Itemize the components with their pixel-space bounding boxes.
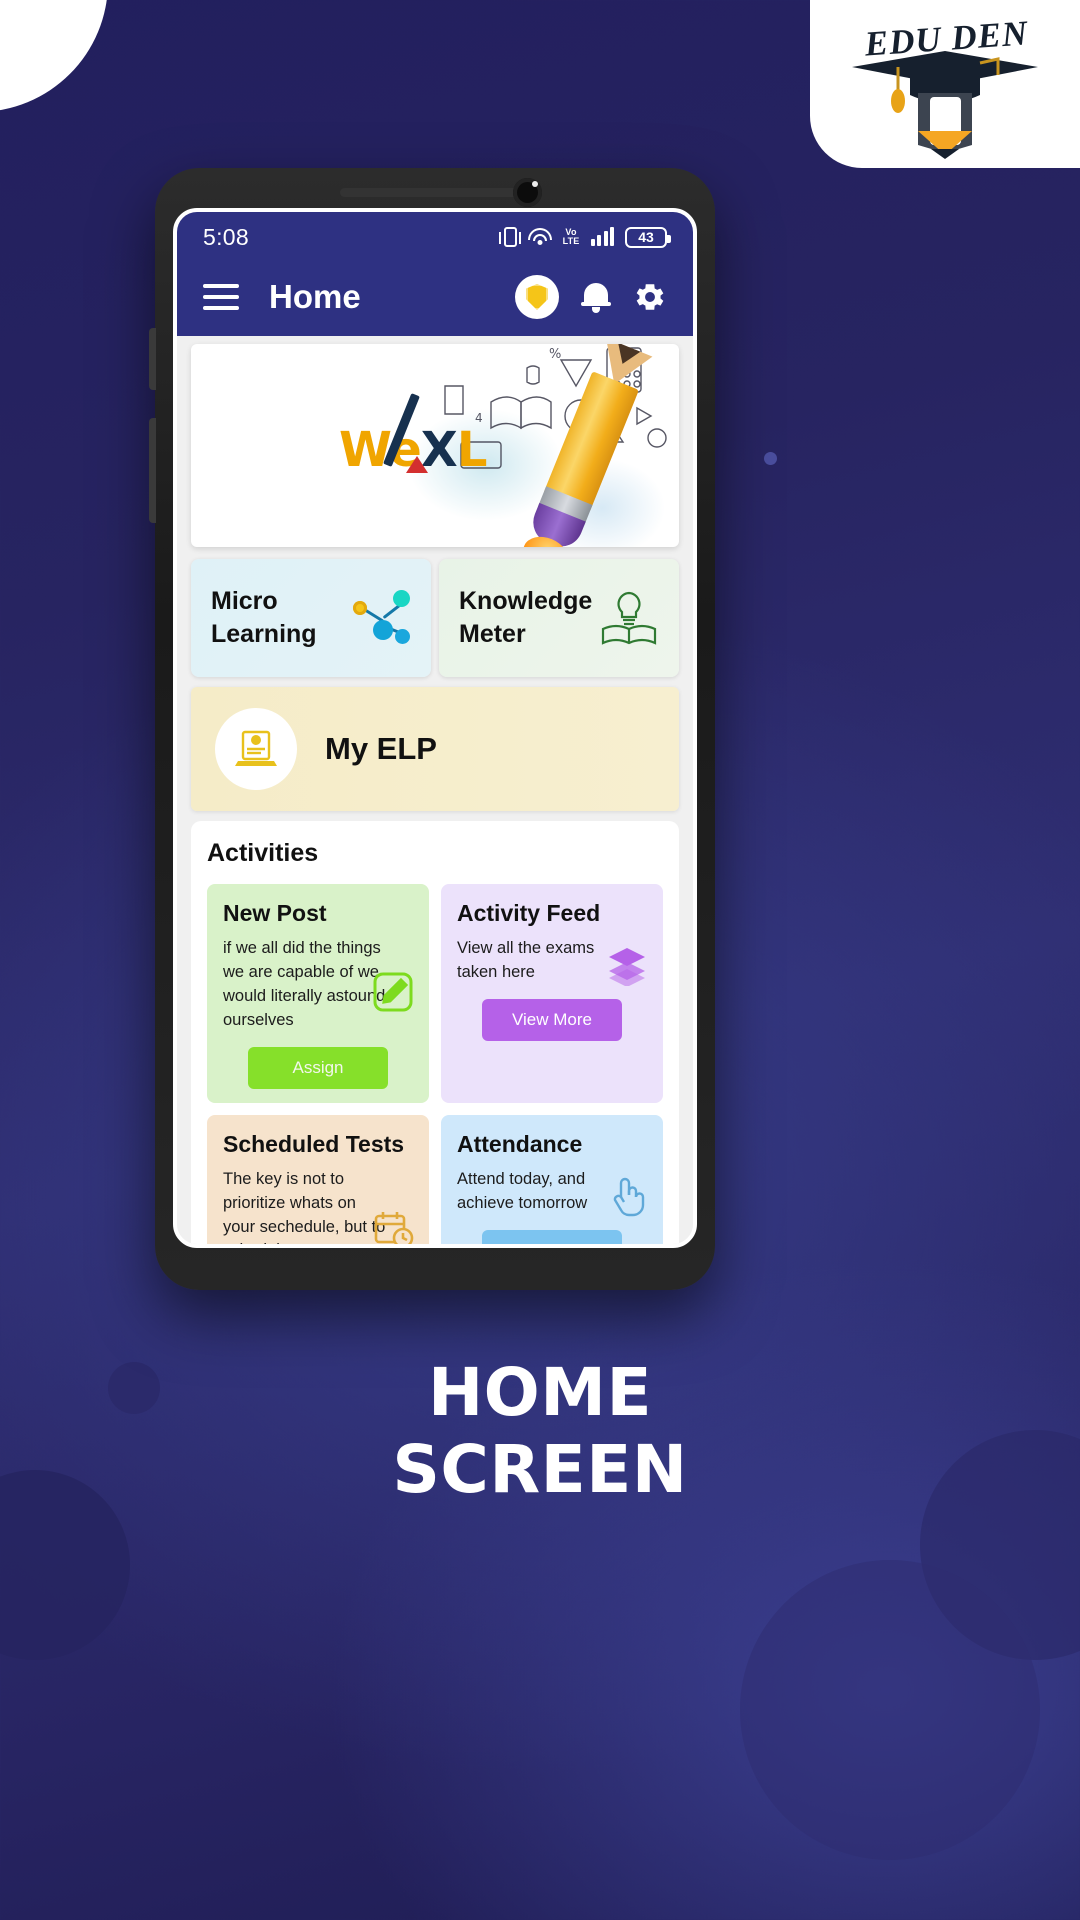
app-bar-actions — [515, 275, 667, 319]
activity-card-scheduled-tests[interactable]: Scheduled Tests The key is not to priori… — [207, 1114, 429, 1244]
volte-bottom-label: LTE — [562, 236, 580, 246]
shield-badge-icon[interactable] — [515, 275, 559, 319]
activity-card-body: Attend today, and achieve tomorrow — [457, 1169, 588, 1212]
activity-card-body: The key is not to prioritize whats on yo… — [223, 1169, 386, 1244]
tile-micro-learning-line1: Micro — [211, 587, 278, 615]
phone-screen: 5:08 Vo LTE 43 Home % 4 WeXL Micro Learn… — [173, 208, 697, 1248]
caption-line-1: HOME — [427, 1354, 653, 1431]
activity-card-body: if we all did the things we are capable … — [223, 939, 386, 1029]
activity-card-new-post[interactable]: New Post if we all did the things we are… — [207, 884, 429, 1103]
background-blob-bottom-right-2 — [740, 1560, 1040, 1860]
tile-micro-learning-label: Micro Learning — [211, 585, 317, 651]
eduden-logo: EDU DEN — [838, 9, 1053, 159]
wifi-icon — [527, 228, 552, 246]
signal-bars-icon — [590, 227, 614, 246]
tile-knowledge-meter-line1: Knowledge — [459, 587, 593, 615]
view-more-button-attendance[interactable]: View More — [482, 1229, 622, 1244]
status-icon-group: Vo LTE 43 — [498, 226, 671, 248]
phone-earpiece — [340, 188, 530, 197]
phone-mockup: 5:08 Vo LTE 43 Home % 4 WeXL Micro Learn… — [149, 168, 715, 1290]
activity-card-activity-feed[interactable]: Activity Feed View all the exams taken h… — [441, 884, 663, 1103]
quick-tiles-row: Micro Learning Knowledge Meter — [191, 559, 679, 677]
tile-micro-learning[interactable]: Micro Learning — [191, 559, 431, 677]
settings-gear-icon[interactable] — [633, 280, 667, 314]
view-more-button-activity-feed[interactable]: View More — [482, 998, 622, 1041]
brand-logo-plate: EDU DEN — [810, 0, 1080, 168]
phone-front-camera — [513, 178, 542, 207]
vibrate-icon — [498, 227, 522, 247]
battery-icon: 43 — [625, 226, 671, 248]
hand-tap-icon — [605, 1173, 649, 1217]
activity-card-body: View all the exams taken here — [457, 939, 595, 981]
status-clock: 5:08 — [203, 223, 249, 250]
activity-card-attendance[interactable]: Attendance Attend today, and achieve tom… — [441, 1114, 663, 1244]
my-elp-title: My ELP — [325, 731, 437, 766]
hamburger-menu-icon[interactable] — [203, 284, 239, 310]
caption-line-2: SCREEN — [392, 1430, 688, 1508]
activity-card-title: Scheduled Tests — [223, 1130, 405, 1157]
home-scroll-content[interactable]: % 4 WeXL Micro Learning Knowledge Meter … — [177, 336, 693, 1244]
svg-text:%: % — [549, 347, 561, 362]
activity-card-title: New Post — [223, 900, 327, 926]
tile-micro-learning-line2: Learning — [211, 620, 317, 648]
status-bar: 5:08 Vo LTE 43 — [177, 212, 693, 258]
wexl-logo-triangle — [406, 456, 428, 473]
layers-stack-icon — [605, 942, 649, 987]
certificate-laptop-icon — [215, 708, 297, 790]
wexl-logo-l: L — [456, 422, 488, 478]
calendar-clock-icon — [371, 1207, 415, 1244]
app-bar: Home — [177, 258, 693, 336]
activities-grid: New Post if we all did the things we are… — [207, 884, 663, 1244]
page-title: Home — [269, 278, 361, 315]
caption-text: HOME SCREEN — [0, 1354, 1080, 1508]
edit-pencil-square-icon — [371, 970, 415, 1014]
tile-knowledge-meter[interactable]: Knowledge Meter — [439, 559, 679, 677]
background-circle-top-left — [0, 0, 108, 112]
tile-knowledge-meter-label: Knowledge Meter — [459, 585, 592, 651]
notification-bell-icon[interactable] — [581, 281, 611, 313]
activities-section: Activities New Post if we all did the th… — [191, 821, 679, 1244]
assign-button[interactable]: Assign — [248, 1046, 388, 1089]
volte-icon: Vo LTE — [563, 228, 580, 246]
promo-banner[interactable]: % 4 WeXL — [191, 344, 679, 547]
my-elp-banner[interactable]: My ELP — [191, 687, 679, 811]
network-nodes-icon — [351, 587, 413, 649]
bulb-book-icon — [597, 587, 661, 649]
activity-card-title: Attendance — [457, 1130, 583, 1157]
background-dot-right — [764, 452, 777, 465]
activity-card-title: Activity Feed — [457, 900, 601, 926]
tile-knowledge-meter-line2: Meter — [459, 620, 526, 648]
activities-heading: Activities — [207, 839, 319, 867]
